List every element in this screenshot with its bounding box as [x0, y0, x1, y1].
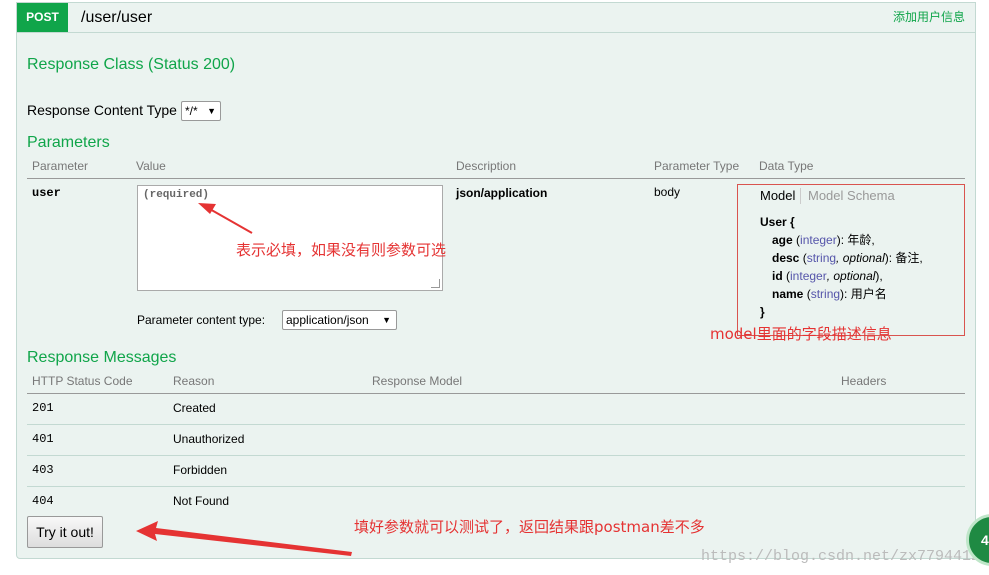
row-divider — [27, 424, 965, 425]
chevron-down-icon: ▼ — [207, 106, 216, 116]
model-field-desc: desc (string, optional): 备注, — [772, 251, 923, 265]
resp-col-reason: Reason — [173, 374, 215, 388]
param-type: body — [654, 185, 681, 199]
param-value-textarea[interactable]: (required) — [137, 185, 443, 291]
watermark-text: https://blog.csdn.net/zx77944120 — [700, 548, 989, 565]
table-row-reason: Created — [173, 401, 216, 415]
param-value-placeholder: (required) — [143, 189, 210, 201]
tab-divider — [800, 188, 801, 204]
param-col-parameter-type: Parameter Type — [654, 159, 740, 173]
model-highlight-box: Model Model Schema User { age (integer):… — [737, 184, 965, 336]
table-row-reason: Not Found — [173, 494, 230, 508]
response-content-type-select[interactable]: */* ▼ — [181, 101, 221, 121]
response-content-type-label: Response Content Type — [27, 102, 177, 118]
param-header-divider — [27, 178, 965, 179]
resp-header-divider — [27, 393, 965, 394]
resp-col-headers: Headers — [841, 374, 887, 388]
response-messages-title: Response Messages — [27, 349, 177, 366]
tab-model[interactable]: Model — [760, 188, 795, 203]
table-row-code: 404 — [32, 494, 54, 508]
param-col-description: Description — [456, 159, 517, 173]
parameters-title: Parameters — [27, 134, 110, 151]
table-row-reason: Forbidden — [173, 463, 228, 477]
tab-model-schema[interactable]: Model Schema — [808, 188, 895, 203]
response-content-type-value: */* — [185, 104, 198, 118]
model-field-id: id (integer, optional), — [772, 269, 883, 283]
param-col-data-type: Data Type — [759, 159, 814, 173]
annotation-test-note: 填好参数就可以测试了，返回结果跟postman差不多 — [354, 518, 705, 536]
endpoint-header[interactable]: POST /user/user 添加用户信息 — [17, 3, 975, 33]
annotation-model-note: model里面的字段描述信息 — [710, 325, 892, 343]
model-field-name: name (string): 用户名 — [772, 287, 887, 301]
table-row-code: 401 — [32, 432, 54, 446]
param-content-type-value: application/json — [286, 313, 369, 327]
param-col-value: Value — [136, 159, 166, 173]
param-content-type-select[interactable]: application/json ▼ — [282, 310, 397, 330]
resp-col-model: Response Model — [372, 374, 463, 388]
endpoint-summary[interactable]: 添加用户信息 — [893, 3, 965, 32]
model-class-line: User { — [760, 215, 795, 229]
table-row-code: 201 — [32, 401, 54, 415]
table-row-code: 403 — [32, 463, 54, 477]
model-close-line: } — [760, 305, 765, 319]
row-divider — [27, 455, 965, 456]
response-class-title: Response Class (Status 200) — [27, 56, 236, 73]
try-it-out-button[interactable]: Try it out! — [27, 516, 103, 548]
annotation-required-note: 表示必填，如果没有则参数可选 — [236, 241, 447, 259]
param-col-parameter: Parameter — [32, 159, 89, 173]
resp-col-code: HTTP Status Code — [32, 374, 133, 388]
chevron-down-icon: ▼ — [382, 315, 391, 325]
param-name: user — [32, 186, 61, 200]
param-description: json/application — [456, 186, 548, 200]
model-field-age: age (integer): 年龄, — [772, 233, 875, 247]
endpoint-panel: POST /user/user 添加用户信息 Response Class (S… — [16, 2, 976, 559]
endpoint-path[interactable]: /user/user — [81, 3, 152, 32]
resize-handle-icon[interactable] — [431, 279, 440, 288]
param-content-type-label: Parameter content type: — [137, 313, 266, 327]
http-method-badge[interactable]: POST — [17, 3, 68, 32]
table-row-reason: Unauthorized — [173, 432, 245, 446]
row-divider — [27, 486, 965, 487]
